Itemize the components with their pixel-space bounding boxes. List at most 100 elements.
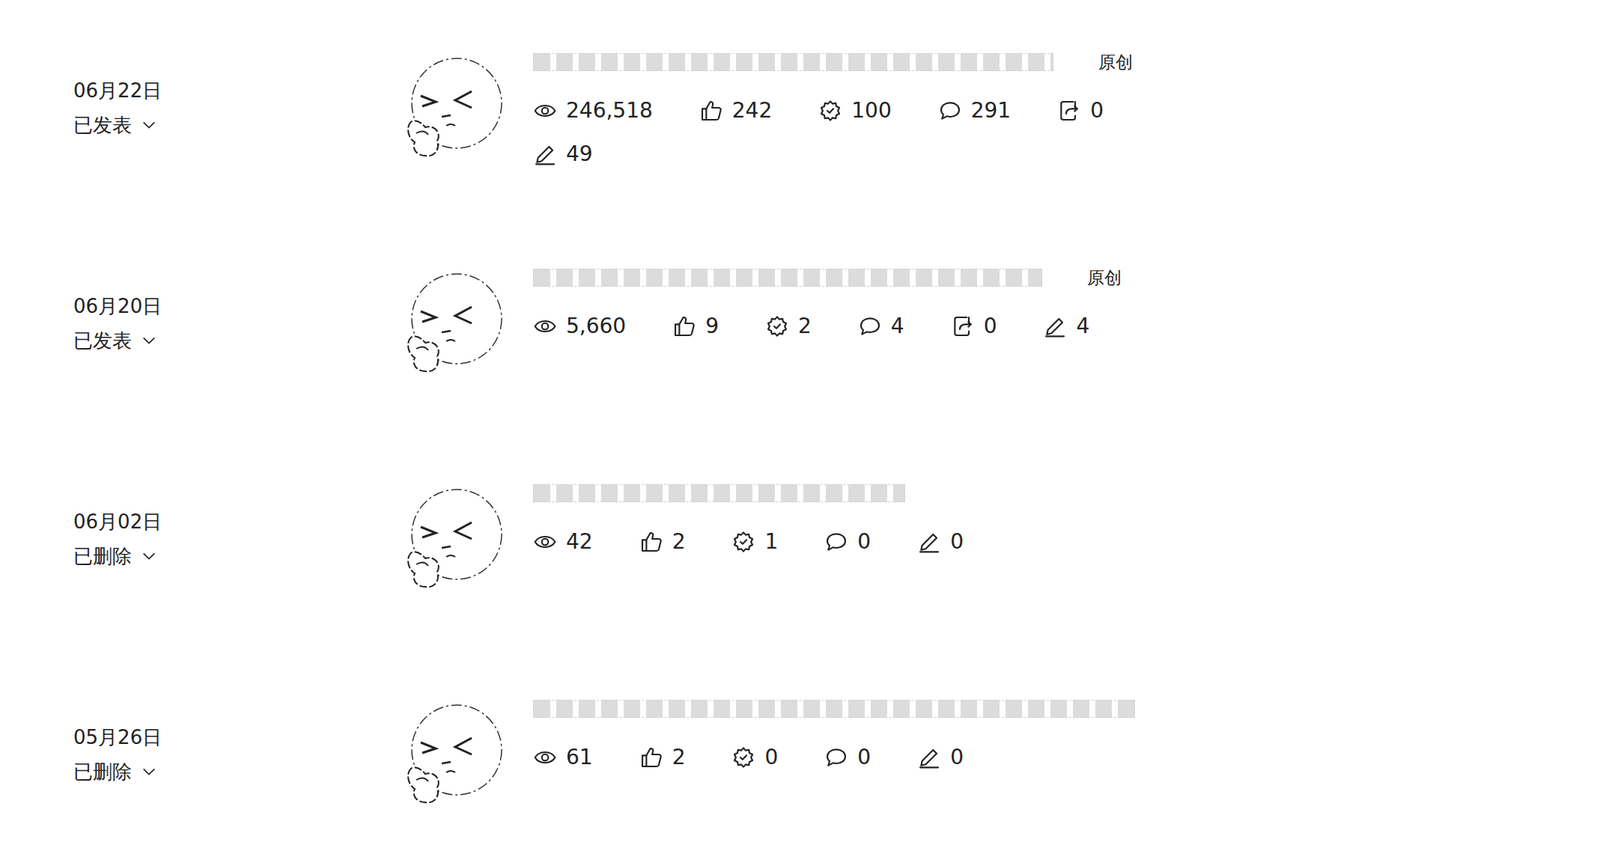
date-column: 06月22日已发表 [0, 49, 399, 140]
stat-value: 246,518 [566, 95, 653, 126]
angry-face-avatar-icon [398, 49, 511, 162]
status-dropdown[interactable]: 已发表 [73, 110, 399, 140]
comment-icon [858, 314, 882, 339]
stat-value: 291 [971, 95, 1011, 126]
stat-edits: 49 [533, 139, 593, 170]
stat-edits: 4 [1042, 311, 1090, 342]
stat-comments: 4 [858, 311, 905, 342]
original-tag: 原创 [1087, 266, 1122, 290]
stat-value: 42 [566, 527, 593, 558]
stat-recommends: 0 [731, 742, 778, 773]
stat-value: 49 [566, 139, 593, 170]
stat-value: 100 [851, 95, 891, 126]
angry-face-avatar-icon [398, 480, 511, 593]
stat-value: 5,660 [566, 311, 626, 342]
stat-value: 0 [857, 527, 871, 558]
status-label: 已发表 [73, 326, 132, 355]
pencil-icon [917, 530, 942, 555]
stat-value: 0 [1090, 95, 1104, 126]
stat-edits: 0 [917, 742, 964, 773]
date-column: 06月20日已发表 [0, 265, 399, 355]
chevron-down-icon [140, 548, 158, 565]
stats-row: 246,518 242 100 291 0 49 [533, 95, 1125, 170]
post-date: 06月20日 [73, 293, 399, 319]
original-tag: 原创 [1098, 50, 1133, 75]
gear-icon [818, 98, 843, 123]
redacted-title[interactable] [533, 53, 1054, 72]
stat-value: 2 [798, 311, 812, 342]
post-main: 原创 246,518 242 100 291 0 49 [533, 49, 1133, 170]
post-date: 06月22日 [73, 77, 399, 104]
comment-icon [938, 98, 963, 123]
stat-edits: 0 [917, 527, 964, 558]
stat-value: 1 [764, 527, 778, 558]
chevron-down-icon [140, 332, 158, 349]
status-dropdown[interactable]: 已删除 [73, 542, 399, 571]
status-dropdown[interactable]: 已发表 [73, 326, 399, 355]
title-line [533, 480, 964, 507]
date-column: 06月02日已删除 [0, 480, 399, 571]
post-row: 06月22日已发表 原创 246,518 242 100 291 0 49 [0, 0, 1600, 216]
thumb-up-icon [639, 530, 664, 555]
title-line: 原创 [533, 265, 1122, 291]
status-label: 已删除 [73, 542, 132, 571]
stats-row: 422100 [533, 527, 964, 558]
angry-face-avatar-icon [398, 265, 511, 378]
post-main: 原创 5,660 9 2 4 0 4 [533, 265, 1122, 342]
stat-recommends: 2 [765, 311, 812, 342]
comment-icon [824, 530, 849, 555]
stat-value: 0 [857, 742, 871, 773]
stat-likes: 9 [672, 311, 719, 342]
stat-comments: 0 [824, 742, 871, 773]
stat-value: 0 [950, 742, 964, 773]
stat-value: 2 [672, 527, 686, 558]
stat-value: 4 [890, 311, 905, 342]
post-date: 05月26日 [73, 724, 399, 751]
redacted-title[interactable] [533, 268, 1043, 287]
comment-icon [824, 745, 849, 770]
stat-recommends: 100 [818, 95, 891, 126]
status-dropdown[interactable]: 已删除 [73, 757, 399, 787]
stat-views: 246,518 [533, 95, 653, 126]
post-main: 61 2 0 0 0 [533, 696, 1136, 773]
eye-icon [533, 745, 558, 770]
gear-icon [731, 530, 756, 555]
stat-recommends: 1 [731, 527, 778, 558]
redacted-title[interactable] [533, 700, 1136, 719]
angry-face-avatar-icon [398, 696, 511, 809]
stat-comments: 0 [824, 527, 871, 558]
eye-icon [533, 98, 558, 123]
stat-likes: 2 [639, 527, 686, 558]
stats-row: 61 2 0 0 0 [533, 742, 1125, 773]
redacted-title[interactable] [533, 484, 906, 503]
thumb-up-icon [639, 745, 664, 770]
stat-value: 2 [672, 742, 686, 773]
gear-icon [765, 314, 790, 339]
title-line: 原创 [533, 49, 1133, 75]
share-icon [950, 314, 975, 339]
stat-shares: 0 [1057, 95, 1104, 126]
date-column: 05月26日已删除 [0, 696, 399, 787]
share-icon [1057, 98, 1082, 123]
stat-value: 0 [764, 742, 778, 773]
post-main: 422100 [533, 480, 964, 558]
gear-icon [731, 745, 756, 770]
post-row: 06月02日已删除422100 [0, 431, 1600, 647]
status-label: 已删除 [73, 757, 132, 787]
stat-value: 242 [732, 95, 772, 126]
pencil-icon [917, 745, 942, 770]
stats-row: 5,660 9 2 4 0 4 [533, 311, 1122, 342]
pencil-icon [1042, 314, 1067, 339]
thumb-up-icon [699, 98, 724, 123]
post-list: 06月22日已发表原创246,51824210029104906月20日已发表原… [0, 0, 1600, 857]
stat-views: 61 [533, 742, 593, 773]
eye-icon [533, 530, 558, 555]
stat-views: 5,660 [533, 311, 626, 342]
post-row: 06月20日已发表 原创 5,660 9 2 4 0 4 [0, 215, 1600, 432]
stat-value: 9 [705, 311, 719, 342]
chevron-down-icon [140, 763, 158, 781]
title-line [533, 696, 1136, 722]
stat-shares: 0 [950, 311, 998, 342]
stat-value: 61 [566, 742, 593, 773]
post-date: 06月02日 [73, 509, 399, 535]
